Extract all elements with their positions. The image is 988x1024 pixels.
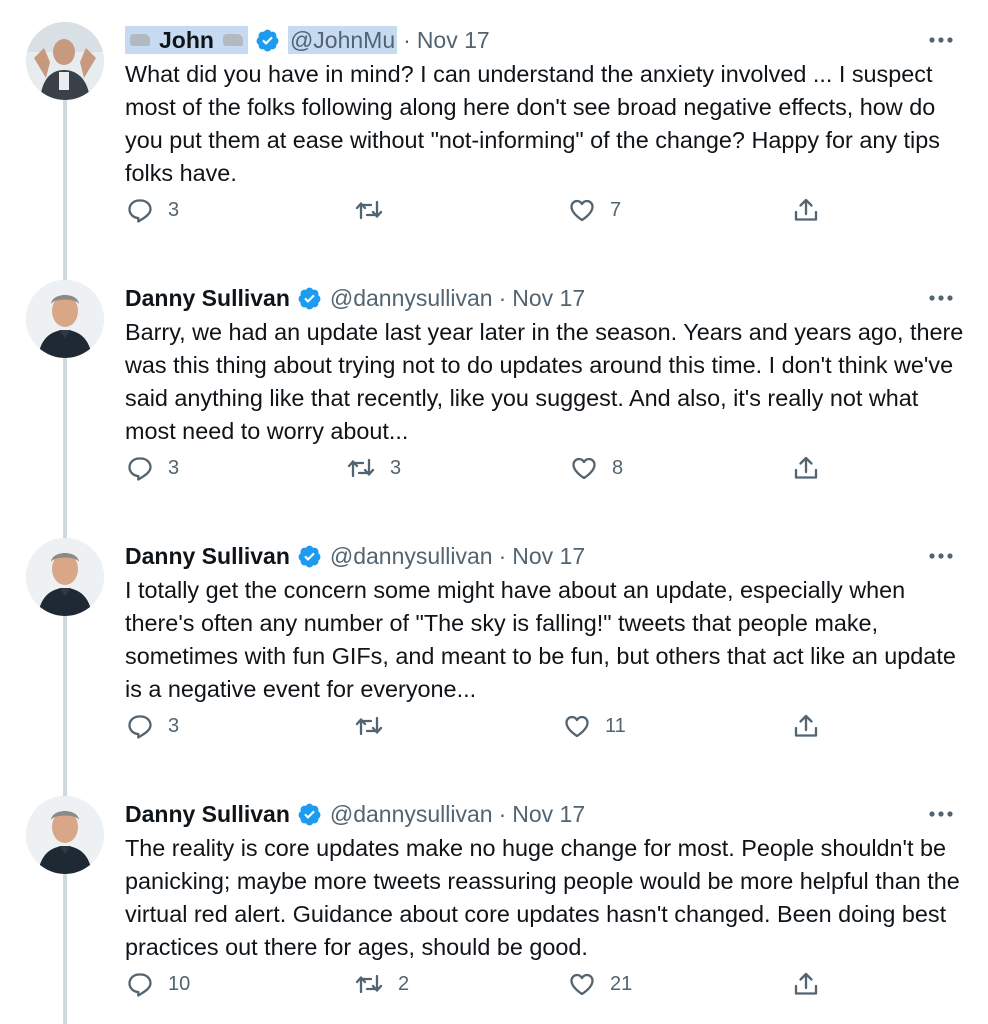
share-icon (794, 198, 818, 221)
share-icon (794, 714, 818, 737)
tweet-text: What did you have in mind? I can underst… (125, 61, 940, 186)
reply-count: 10 (168, 972, 191, 995)
more-options-icon[interactable] (926, 28, 956, 52)
retweet-button[interactable]: 2 (354, 962, 409, 1006)
tweet[interactable]: John @JohnMu · Nov 17 What did you have … (0, 0, 988, 258)
separator-dot: · (403, 26, 411, 53)
redaction-mark (217, 26, 248, 54)
tweet-header: Danny Sullivan @dannysullivan · Nov 17 (125, 282, 585, 314)
avatar[interactable] (26, 22, 104, 100)
tweet[interactable]: Danny Sullivan @dannysullivan · Nov 17 B… (0, 258, 988, 516)
more-options-icon[interactable] (926, 802, 956, 826)
redaction-mark (125, 26, 155, 54)
reply-icon (128, 457, 152, 481)
separator-dot: · (498, 284, 507, 311)
tweet-actions: 3 7 (0, 188, 988, 232)
like-icon (570, 199, 594, 222)
author-handle[interactable]: @dannysullivan (330, 543, 493, 570)
share-button[interactable] (792, 188, 820, 232)
retweet-count: 3 (390, 456, 402, 479)
like-count: 21 (610, 972, 633, 995)
like-button[interactable]: 21 (568, 962, 632, 1006)
like-button[interactable]: 11 (563, 704, 626, 748)
tweet-text: Barry, we had an update last year later … (125, 319, 964, 444)
timestamp[interactable]: Nov 17 (417, 27, 490, 54)
separator-dot: · (498, 542, 507, 569)
more-options-icon[interactable] (926, 286, 956, 310)
more-options-icon[interactable] (926, 544, 956, 568)
retweet-button[interactable] (354, 704, 398, 748)
like-icon (572, 457, 596, 480)
share-button[interactable] (792, 704, 820, 748)
timestamp[interactable]: Nov 17 (512, 801, 585, 828)
tweet-header: John @JohnMu · Nov 17 (125, 24, 490, 56)
author-handle[interactable]: @dannysullivan (330, 801, 493, 828)
avatar[interactable] (26, 538, 104, 616)
reply-count: 3 (168, 198, 180, 221)
tweet[interactable]: Danny Sullivan @dannysullivan · Nov 17 I… (0, 516, 988, 774)
share-button[interactable] (792, 962, 820, 1006)
like-icon (565, 715, 589, 738)
retweet-button[interactable] (354, 188, 398, 232)
like-count: 7 (610, 198, 622, 221)
author-handle[interactable]: @JohnMu (287, 26, 398, 54)
verified-badge-icon (255, 28, 280, 53)
separator-dot: · (498, 800, 507, 827)
reply-button[interactable]: 3 (126, 446, 179, 490)
retweet-icon (347, 458, 375, 478)
verified-badge-icon (297, 286, 322, 311)
reply-button[interactable]: 3 (126, 704, 179, 748)
author-name[interactable]: Danny Sullivan (125, 285, 290, 312)
like-button[interactable]: 8 (570, 446, 623, 490)
share-button[interactable] (792, 446, 820, 490)
like-count: 11 (605, 714, 626, 737)
author-name[interactable]: John (155, 26, 218, 54)
author-name[interactable]: Danny Sullivan (125, 543, 290, 570)
like-icon (570, 973, 594, 996)
retweet-icon (355, 200, 383, 220)
retweet-count: 2 (398, 972, 410, 995)
timestamp[interactable]: Nov 17 (512, 285, 585, 312)
verified-badge-icon (297, 802, 322, 827)
author-handle[interactable]: @dannysullivan (330, 285, 493, 312)
share-icon (794, 456, 818, 479)
tweet-actions: 10 2 21 (0, 962, 988, 1006)
retweet-icon (355, 974, 383, 994)
verified-badge-icon (297, 544, 322, 569)
retweet-button[interactable]: 3 (346, 446, 401, 490)
reply-count: 3 (168, 714, 180, 737)
reply-icon (128, 973, 152, 997)
reply-button[interactable]: 10 (126, 962, 190, 1006)
author-name[interactable]: Danny Sullivan (125, 801, 290, 828)
timestamp[interactable]: Nov 17 (512, 543, 585, 570)
tweet-header: Danny Sullivan @dannysullivan · Nov 17 (125, 540, 585, 572)
tweet-actions: 3 11 (0, 704, 988, 748)
tweet[interactable]: Danny Sullivan @dannysullivan · Nov 17 T… (0, 774, 988, 1024)
tweet-thread: John @JohnMu · Nov 17 What did you have … (0, 0, 988, 1024)
like-count: 8 (612, 456, 624, 479)
tweet-text: The reality is core updates make no huge… (125, 835, 960, 960)
avatar[interactable] (26, 796, 104, 874)
tweet-text: I totally get the concern some might hav… (125, 577, 956, 702)
reply-button[interactable]: 3 (126, 188, 179, 232)
reply-icon (128, 715, 152, 739)
tweet-header: Danny Sullivan @dannysullivan · Nov 17 (125, 798, 585, 830)
retweet-icon (355, 716, 383, 736)
share-icon (794, 972, 818, 995)
reply-count: 3 (168, 456, 180, 479)
tweet-actions: 3 3 8 (0, 446, 988, 490)
reply-icon (128, 199, 152, 223)
avatar[interactable] (26, 280, 104, 358)
like-button[interactable]: 7 (568, 188, 621, 232)
